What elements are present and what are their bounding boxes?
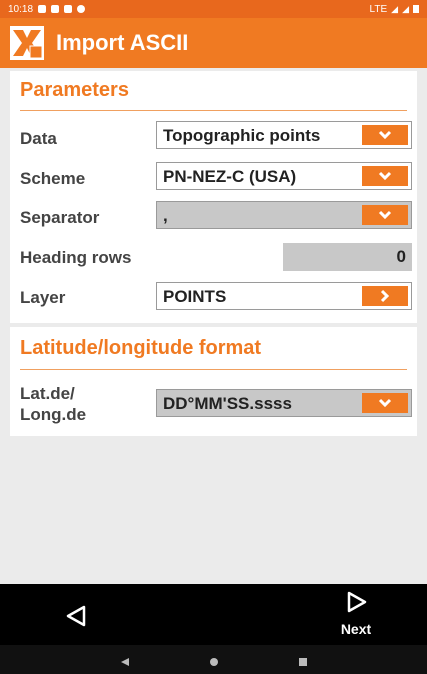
separator-dropdown[interactable]: , — [156, 201, 412, 229]
next-arrow-icon — [347, 591, 367, 613]
system-back-icon[interactable] — [120, 654, 130, 672]
app-icon — [64, 5, 73, 13]
scheme-label: Scheme — [20, 169, 86, 188]
heading-rows-label: Heading rows — [20, 248, 132, 267]
separator-label: Separator — [20, 208, 100, 227]
separator-value: , — [163, 206, 168, 225]
layer-label: Layer — [20, 288, 66, 307]
chevron-down-icon[interactable] — [362, 393, 408, 413]
latlong-value: DD°MM'SS.ssss — [163, 394, 292, 413]
back-arrow-icon[interactable] — [62, 601, 92, 631]
chevron-right-icon[interactable] — [362, 286, 408, 306]
system-recents-icon[interactable] — [298, 654, 308, 672]
scheme-dropdown[interactable]: PN-NEZ-C (USA) — [156, 162, 412, 190]
data-label: Data — [20, 129, 57, 148]
chevron-down-icon[interactable] — [362, 125, 408, 145]
signal-icon: ◢ — [391, 3, 399, 14]
notification-icon — [51, 5, 60, 13]
page-title: Import ASCII — [56, 30, 189, 55]
latlong-dropdown[interactable]: DD°MM'SS.ssss — [156, 389, 412, 417]
chevron-down-icon[interactable] — [362, 166, 408, 186]
status-time: 10:18 — [8, 3, 34, 15]
heading-rows-value: 0 — [396, 247, 406, 266]
layer-selector[interactable]: POINTS — [156, 282, 412, 310]
latlong-title: Latitude/longitude format — [20, 337, 262, 359]
parameters-divider — [20, 110, 407, 111]
wifi-icon: ◢ — [402, 3, 409, 14]
latlong-divider — [20, 369, 407, 370]
network-type: LTE — [369, 3, 388, 15]
next-button[interactable]: Next — [332, 590, 380, 640]
bottom-nav: Next — [0, 584, 427, 645]
data-value: Topographic points — [163, 126, 321, 145]
layer-value: POINTS — [163, 287, 227, 306]
app-bar: Import ASCII — [0, 18, 427, 68]
data-dropdown[interactable]: Topographic points — [156, 121, 412, 149]
battery-icon — [413, 5, 419, 13]
latlong-card: Latitude/longitude format Lat.de/ Long.d… — [10, 327, 417, 436]
scheme-value: PN-NEZ-C (USA) — [163, 167, 297, 186]
latlong-label: Lat.de/ Long.de — [20, 384, 87, 424]
app-logo-icon — [10, 26, 44, 60]
parameters-card: Parameters Data Topographic points Schem… — [10, 71, 417, 323]
next-label: Next — [340, 621, 372, 637]
chevron-down-icon[interactable] — [362, 205, 408, 225]
parameters-title: Parameters — [20, 79, 129, 101]
status-bar: 10:18 LTE ◢ ◢ — [0, 0, 427, 18]
heading-rows-input[interactable]: 0 — [283, 243, 412, 271]
location-icon — [77, 5, 86, 13]
settings-icon — [38, 5, 47, 13]
system-home-icon[interactable] — [209, 654, 219, 672]
system-nav-bar — [0, 645, 427, 674]
